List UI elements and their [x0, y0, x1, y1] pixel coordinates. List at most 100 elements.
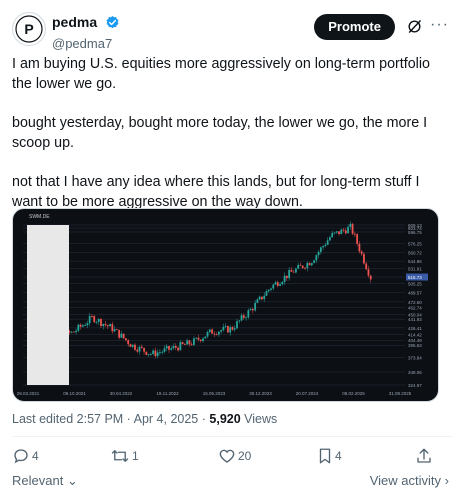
candle-body [322, 246, 325, 248]
candle-body [208, 329, 211, 333]
avatar-letter: P [24, 21, 33, 37]
candle-body [204, 336, 207, 339]
candle-body [245, 317, 247, 319]
sort-relevant-dropdown[interactable]: Relevant ⌄ [12, 473, 78, 489]
y-tick-label: 324.97 [408, 383, 422, 388]
candle-body [72, 331, 75, 333]
candle-body [104, 323, 107, 326]
candle-body [340, 229, 343, 235]
meta-separator: · [201, 412, 206, 426]
reply-icon [14, 449, 28, 464]
x-tick-label: 30.04.2022 [110, 391, 133, 396]
repost-count: 1 [132, 449, 139, 463]
candle-body [125, 338, 127, 341]
candle-body [333, 232, 336, 234]
candle-body [193, 338, 195, 345]
candle-body [324, 244, 327, 247]
y-tick-label: 560.72 [408, 250, 422, 255]
reply-button[interactable]: 4 [12, 447, 39, 469]
candle-body [247, 310, 250, 318]
candle-body [109, 324, 111, 327]
candle-body [285, 275, 288, 279]
grok-icon[interactable] [406, 18, 423, 40]
candle-body [138, 346, 141, 352]
y-tick-label: 505.25 [408, 281, 422, 286]
candle-body [120, 333, 123, 338]
candle-body [127, 340, 130, 345]
attached-chart-image[interactable]: 609.13 603.74 596.75 576.25 560.72 544.96 531.… [12, 208, 439, 402]
redacted-panel [27, 225, 69, 385]
views-label: Views [244, 412, 278, 426]
handle[interactable]: @pedma7 [52, 36, 120, 51]
like-button[interactable]: 20 [218, 447, 251, 469]
candle-body [251, 309, 254, 311]
y-tick-label: 414.42 [408, 333, 422, 338]
candle-body [233, 328, 236, 330]
x-tick-label: 08.02.2025 [342, 391, 365, 396]
avatar[interactable]: P [12, 12, 46, 46]
candle-body [229, 327, 232, 333]
post-paragraph: I am buying U.S. equities more aggressiv… [12, 56, 430, 92]
views-count: 5,920 [209, 412, 241, 426]
chart-svg: 609.13603.74596.75576.25560.72544.96531.… [17, 214, 428, 396]
candle-body [131, 344, 134, 347]
candle-body [179, 342, 182, 351]
candle-body [310, 263, 313, 266]
candle-body [79, 324, 82, 327]
like-count: 20 [238, 449, 252, 463]
candle-body [211, 329, 213, 334]
post-paragraph: bought yesterday, bought more today, the… [12, 115, 428, 151]
last-price-label: 516.73 [408, 275, 422, 280]
view-activity-link[interactable]: View activity › [370, 473, 449, 488]
candle-body [163, 348, 166, 352]
y-tick-label: 395.63 [408, 343, 422, 348]
candle-body [70, 331, 73, 333]
candle-body [344, 230, 347, 234]
post-text: I am buying U.S. equities more aggressiv… [12, 54, 442, 231]
display-name[interactable]: pedma [52, 14, 97, 30]
candle-body [308, 263, 311, 266]
candle-body [317, 251, 320, 256]
candle-body [195, 337, 198, 339]
candle-body [118, 329, 121, 338]
candle-body [279, 284, 281, 286]
y-tick-label: 576.25 [408, 242, 422, 247]
candle-body [183, 344, 186, 345]
candle-body [88, 315, 91, 324]
candle-body [159, 352, 161, 353]
chart-symbol-label: SWM.DE [29, 214, 50, 220]
candle-body [342, 229, 345, 231]
reply-count: 4 [32, 449, 39, 463]
candle-body [197, 337, 200, 340]
timestamp[interactable]: 2:57 PM · Apr 4, 2025 [77, 412, 199, 426]
candle-body [84, 325, 87, 327]
candle-body [351, 223, 354, 234]
edited-prefix[interactable]: Last edited [12, 412, 73, 426]
share-button[interactable] [415, 447, 433, 469]
candle-body [102, 323, 105, 327]
y-tick-label: 348.06 [408, 370, 422, 375]
post-header: P pedma @pedma7 Promote ··· [12, 12, 453, 52]
candle-body [181, 342, 184, 345]
candle-body [202, 338, 204, 342]
candle-body [369, 275, 372, 280]
bookmark-button[interactable]: 4 [317, 447, 342, 469]
x-tick-label: 31.08.2025 [389, 391, 412, 396]
candle-body [170, 348, 173, 350]
candle-body [331, 233, 334, 238]
candle-body [238, 320, 241, 322]
repost-button[interactable]: 1 [110, 447, 139, 469]
candle-body [113, 329, 116, 332]
candle-body [215, 334, 218, 335]
candle-body [188, 340, 191, 345]
heart-icon [219, 449, 235, 463]
candle-body [168, 346, 170, 350]
candle-body [276, 282, 279, 286]
post-meta: Last edited 2:57 PM · Apr 4, 2025 · 5,92… [12, 412, 277, 426]
candle-body [265, 291, 268, 296]
x-tick-label: 20.07.2024 [296, 391, 319, 396]
repost-icon [111, 450, 129, 462]
more-icon[interactable]: ··· [430, 16, 449, 34]
promote-button[interactable]: Promote [314, 14, 395, 40]
candle-body [77, 324, 80, 331]
